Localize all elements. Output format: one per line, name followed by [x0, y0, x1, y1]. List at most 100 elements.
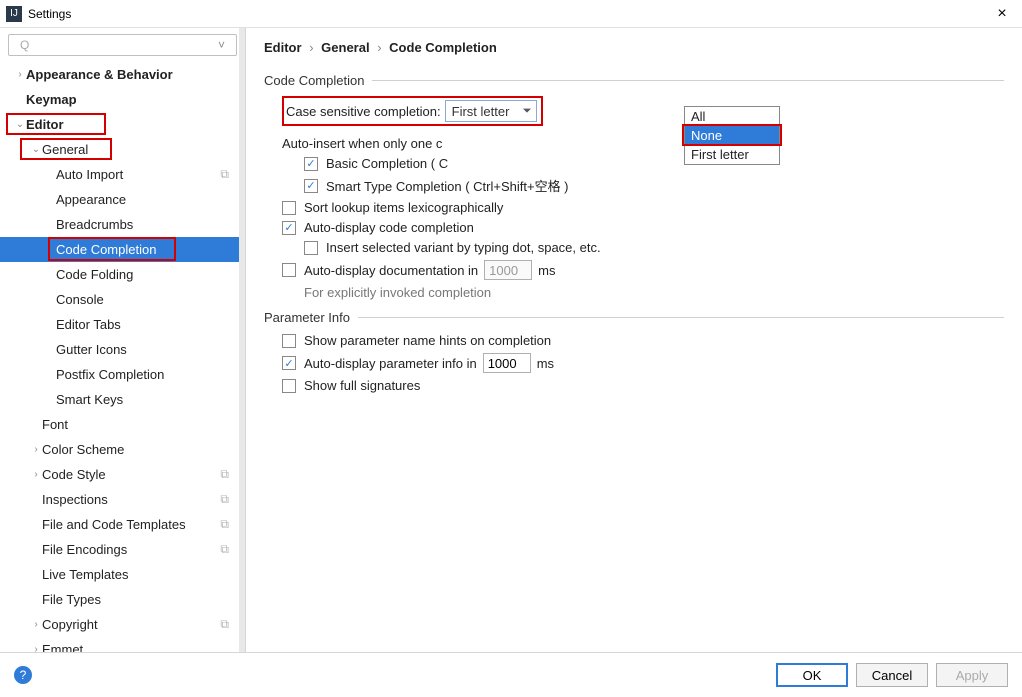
- tree-item-postfix-completion[interactable]: Postfix Completion: [0, 362, 245, 387]
- tree-item-label: Smart Keys: [56, 392, 229, 407]
- tree-item-label: Gutter Icons: [56, 342, 229, 357]
- checkbox-sort-lex[interactable]: [282, 201, 296, 215]
- tree-item-gutter-icons[interactable]: Gutter Icons: [0, 337, 245, 362]
- checkbox-smart-completion[interactable]: [304, 179, 318, 193]
- search-icon: Q: [20, 38, 29, 52]
- tree-item-label: Color Scheme: [42, 442, 229, 457]
- checkbox-basic-completion[interactable]: [304, 157, 318, 171]
- auto-doc-label-suf: ms: [538, 263, 555, 278]
- settings-sidebar: Q ˅ ›Appearance & BehaviorKeymap⌄Editor⌄…: [0, 28, 246, 652]
- dialog-footer: ? OK Cancel Apply: [0, 652, 1022, 697]
- tree-item-keymap[interactable]: Keymap: [0, 87, 245, 112]
- checkbox-auto-param-info[interactable]: [282, 356, 296, 370]
- dropdown-option-all[interactable]: All: [685, 107, 779, 126]
- auto-doc-label-pre: Auto-display documentation in: [304, 263, 478, 278]
- tree-item-file-types[interactable]: File Types: [0, 587, 245, 612]
- insert-dot-label: Insert selected variant by typing dot, s…: [326, 240, 601, 255]
- app-icon: IJ: [6, 6, 22, 22]
- settings-tree[interactable]: ›Appearance & Behavior Keymap ⌄Editor⌄Gene…: [0, 62, 245, 652]
- tree-item-smart-keys[interactable]: Smart Keys: [0, 387, 245, 412]
- tree-item-inspections[interactable]: Inspections⧉: [0, 487, 245, 512]
- help-icon[interactable]: ?: [14, 666, 32, 684]
- tree-item-label: Copyright: [42, 617, 220, 632]
- tree-item-label: Appearance: [56, 192, 229, 207]
- tree-arrow-icon: ⌄: [14, 119, 26, 130]
- breadcrumb-item[interactable]: General: [321, 40, 369, 55]
- highlight-case-sensitive: Case sensitive completion: First letter: [282, 96, 543, 126]
- chevron-right-icon: ›: [377, 40, 381, 55]
- tree-item-file-and-code-templates[interactable]: File and Code Templates⧉: [0, 512, 245, 537]
- tree-arrow-icon: ›: [30, 619, 42, 630]
- tree-item-label: Live Templates: [42, 567, 229, 582]
- dropdown-option-first-letter[interactable]: First letter: [685, 145, 779, 164]
- checkbox-insert-dot[interactable]: [304, 241, 318, 255]
- auto-param-ms-input[interactable]: [483, 353, 531, 373]
- search-dropdown-icon[interactable]: ˅: [218, 38, 225, 52]
- tree-item-label: Code Completion: [56, 242, 229, 257]
- tree-item-emmet[interactable]: ›Emmet: [0, 637, 245, 652]
- tree-item-code-style[interactable]: ›Code Style⧉: [0, 462, 245, 487]
- auto-param-label-suf: ms: [537, 356, 554, 371]
- tree-arrow-icon: ›: [30, 644, 42, 652]
- tree-arrow-icon: ›: [30, 469, 42, 480]
- smart-completion-label: Smart Type Completion ( Ctrl+Shift+空格 ): [326, 176, 569, 195]
- copy-scope-icon: ⧉: [220, 617, 229, 632]
- checkbox-auto-doc[interactable]: [282, 263, 296, 277]
- sort-lex-label: Sort lookup items lexicographically: [304, 200, 503, 215]
- dropdown-option-none[interactable]: None: [685, 126, 779, 145]
- search-input[interactable]: [8, 34, 237, 56]
- checkbox-show-param-hints[interactable]: [282, 334, 296, 348]
- basic-completion-label: Basic Completion ( C: [326, 156, 448, 171]
- tree-item-auto-import[interactable]: Auto Import⧉: [0, 162, 245, 187]
- tree-item-font[interactable]: Font: [0, 412, 245, 437]
- breadcrumb-item[interactable]: Editor: [264, 40, 302, 55]
- main-panel: Editor › General › Code Completion Code …: [246, 28, 1022, 652]
- copy-scope-icon: ⧉: [220, 167, 229, 182]
- auto-insert-label: Auto-insert when only one c: [282, 136, 442, 151]
- tree-item-editor[interactable]: ⌄Editor: [0, 112, 245, 137]
- tree-item-label: Editor Tabs: [56, 317, 229, 332]
- copy-scope-icon: ⧉: [220, 467, 229, 482]
- tree-item-editor-tabs[interactable]: Editor Tabs: [0, 312, 245, 337]
- cancel-button[interactable]: Cancel: [856, 663, 928, 687]
- tree-item-copyright[interactable]: ›Copyright⧉: [0, 612, 245, 637]
- tree-item-code-completion[interactable]: Code Completion: [0, 237, 245, 262]
- tree-item-label: Postfix Completion: [56, 367, 229, 382]
- tree-item-label: Auto Import: [56, 167, 220, 182]
- case-sensitive-dropdown-popup[interactable]: All None First letter: [684, 106, 780, 165]
- case-sensitive-label: Case sensitive completion:: [286, 104, 441, 119]
- tree-arrow-icon: ⌄: [30, 144, 42, 155]
- close-icon[interactable]: ×: [988, 5, 1016, 23]
- ok-button[interactable]: OK: [776, 663, 848, 687]
- apply-button[interactable]: Apply: [936, 663, 1008, 687]
- checkbox-full-signatures[interactable]: [282, 379, 296, 393]
- case-sensitive-dropdown[interactable]: First letter: [445, 100, 537, 122]
- tree-item-color-scheme[interactable]: ›Color Scheme: [0, 437, 245, 462]
- tree-item-label: Breadcrumbs: [56, 217, 229, 232]
- window-title: Settings: [28, 7, 988, 21]
- tree-item-label: File Encodings: [42, 542, 220, 557]
- tree-item-label: Console: [56, 292, 229, 307]
- tree-item-label: Code Folding: [56, 267, 229, 282]
- tree-item-breadcrumbs[interactable]: Breadcrumbs: [0, 212, 245, 237]
- auto-param-label-pre: Auto-display parameter info in: [304, 356, 477, 371]
- tree-arrow-icon: ›: [14, 69, 26, 80]
- title-bar: IJ Settings ×: [0, 0, 1022, 28]
- chevron-right-icon: ›: [309, 40, 313, 55]
- tree-item-label: Keymap: [26, 92, 229, 107]
- tree-arrow-icon: ›: [30, 444, 42, 455]
- tree-item-general[interactable]: ⌄General: [0, 137, 245, 162]
- tree-item-live-templates[interactable]: Live Templates: [0, 562, 245, 587]
- tree-item-console[interactable]: Console: [0, 287, 245, 312]
- tree-item-label: Emmet: [42, 642, 229, 652]
- section-parameter-info: Parameter Info: [264, 310, 1004, 325]
- checkbox-auto-display-completion[interactable]: [282, 221, 296, 235]
- full-signatures-label: Show full signatures: [304, 378, 420, 393]
- tree-item-file-encodings[interactable]: File Encodings⧉: [0, 537, 245, 562]
- auto-doc-ms-input[interactable]: [484, 260, 532, 280]
- breadcrumb: Editor › General › Code Completion: [264, 40, 1004, 55]
- tree-item-label: Font: [42, 417, 229, 432]
- tree-item-appearance[interactable]: Appearance: [0, 187, 245, 212]
- tree-item-code-folding[interactable]: Code Folding: [0, 262, 245, 287]
- tree-item-appearance-behavior[interactable]: ›Appearance & Behavior: [0, 62, 245, 87]
